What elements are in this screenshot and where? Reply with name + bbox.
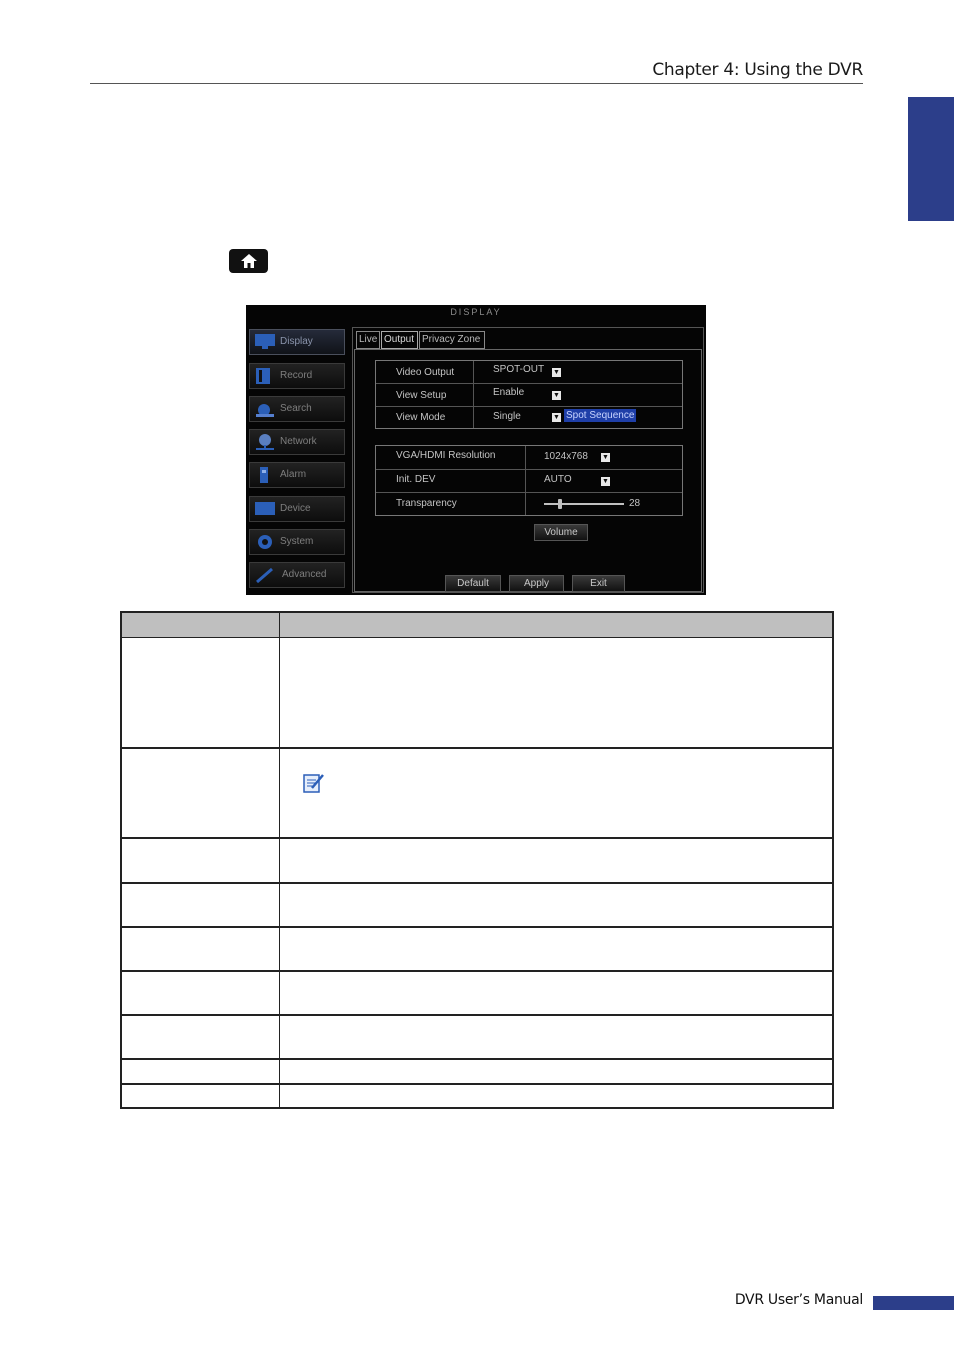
row-transparency: Transparency 28 [376, 492, 682, 516]
view-setup-value[interactable]: Enable [493, 387, 524, 398]
video-output-value[interactable]: SPOT-OUT [493, 364, 544, 375]
menu-item-system[interactable]: System [249, 529, 345, 555]
view-mode-label: View Mode [396, 412, 446, 423]
table-row [122, 926, 832, 928]
menu-label: Device [280, 503, 311, 514]
device-icon [255, 502, 275, 515]
default-button[interactable]: Default [445, 575, 501, 592]
tab-live[interactable]: Live [356, 331, 380, 349]
row-init-dev: Init. DEV AUTO ▼ [376, 469, 682, 493]
row-video-output: Video Output SPOT-OUT ▼ [376, 361, 682, 383]
transparency-slider[interactable] [544, 503, 624, 505]
menu-item-advanced[interactable]: Advanced [249, 562, 345, 588]
dvr-display-screenshot: DISPLAY Display Record Search Network Al… [246, 305, 706, 595]
menu-label: System [280, 536, 314, 547]
table-row [122, 747, 832, 749]
resolution-value[interactable]: 1024x768 [544, 451, 588, 462]
menu-item-search[interactable]: Search [249, 396, 345, 422]
volume-button[interactable]: Volume [534, 524, 588, 541]
video-output-label: Video Output [396, 367, 455, 378]
chevron-down-icon[interactable]: ▼ [601, 477, 610, 486]
home-icon [229, 249, 268, 273]
monitor-icon [255, 334, 275, 349]
menu-label: Search [280, 403, 312, 414]
wrench-icon [256, 567, 273, 584]
apply-button[interactable]: Apply [509, 575, 564, 592]
tab-privacy-zone[interactable]: Privacy Zone [419, 331, 485, 349]
table-row [122, 1058, 832, 1060]
footer-manual-title: DVR User’s Manual [734, 1292, 863, 1308]
film-icon [256, 368, 270, 384]
output-settings-grid: Video Output SPOT-OUT ▼ View Setup Enabl… [375, 360, 683, 429]
menu-item-record[interactable]: Record [249, 363, 345, 389]
view-setup-label: View Setup [396, 390, 447, 401]
transparency-label: Transparency [396, 498, 457, 509]
view-mode-value[interactable]: Single [493, 411, 521, 422]
table-column-divider [279, 613, 280, 1107]
chevron-down-icon[interactable]: ▼ [601, 453, 610, 462]
menu-item-network[interactable]: Network [249, 429, 345, 455]
menu-label: Alarm [280, 469, 307, 480]
gear-icon [258, 535, 272, 549]
chevron-down-icon[interactable]: ▼ [552, 391, 561, 400]
resolution-label: VGA/HDMI Resolution [396, 450, 496, 461]
dvr-side-menu: Display Record Search Network Alarm Devi… [248, 327, 348, 595]
chapter-title: Chapter 4: Using the DVR [652, 60, 863, 80]
settings-description-table [120, 611, 834, 1109]
tab-output[interactable]: Output [381, 331, 418, 349]
menu-item-display[interactable]: Display [249, 329, 345, 355]
row-resolution: VGA/HDMI Resolution 1024x768 ▼ [376, 446, 682, 469]
table-row [122, 882, 832, 884]
chevron-down-icon[interactable]: ▼ [552, 368, 561, 377]
transparency-value: 28 [629, 498, 641, 509]
menu-label: Record [280, 370, 313, 381]
footer-page-bar [873, 1296, 954, 1310]
table-row [122, 837, 832, 839]
menu-label: Network [280, 436, 317, 447]
exit-button[interactable]: Exit [572, 575, 625, 592]
transparency-slider-handle[interactable] [558, 499, 562, 509]
table-row [122, 1014, 832, 1016]
note-icon [303, 774, 324, 793]
menu-item-alarm[interactable]: Alarm [249, 462, 345, 488]
menu-label: Advanced [282, 569, 327, 580]
display-settings-grid: VGA/HDMI Resolution 1024x768 ▼ Init. DEV… [375, 445, 683, 516]
init-dev-label: Init. DEV [396, 474, 436, 485]
init-dev-value[interactable]: AUTO [544, 474, 572, 485]
row-view-mode: View Mode Single ▼ Spot Sequence [376, 406, 682, 429]
spot-sequence-button[interactable]: Spot Sequence [564, 409, 637, 422]
alarm-icon [260, 467, 268, 483]
table-row [122, 1083, 832, 1085]
menu-item-device[interactable]: Device [249, 496, 345, 522]
globe-icon [256, 434, 274, 450]
table-row [122, 970, 832, 972]
chevron-down-icon[interactable]: ▼ [552, 413, 561, 422]
menu-label: Display [280, 336, 313, 347]
table-header [122, 613, 832, 638]
row-view-setup: View Setup Enable ▼ [376, 383, 682, 406]
dvr-settings-panel: Live Output Privacy Zone Video Output SP… [352, 327, 704, 593]
magnifier-icon [256, 404, 274, 417]
side-tab-marker [908, 97, 954, 221]
dvr-window-title: DISPLAY [450, 307, 502, 317]
header-divider [90, 83, 863, 84]
